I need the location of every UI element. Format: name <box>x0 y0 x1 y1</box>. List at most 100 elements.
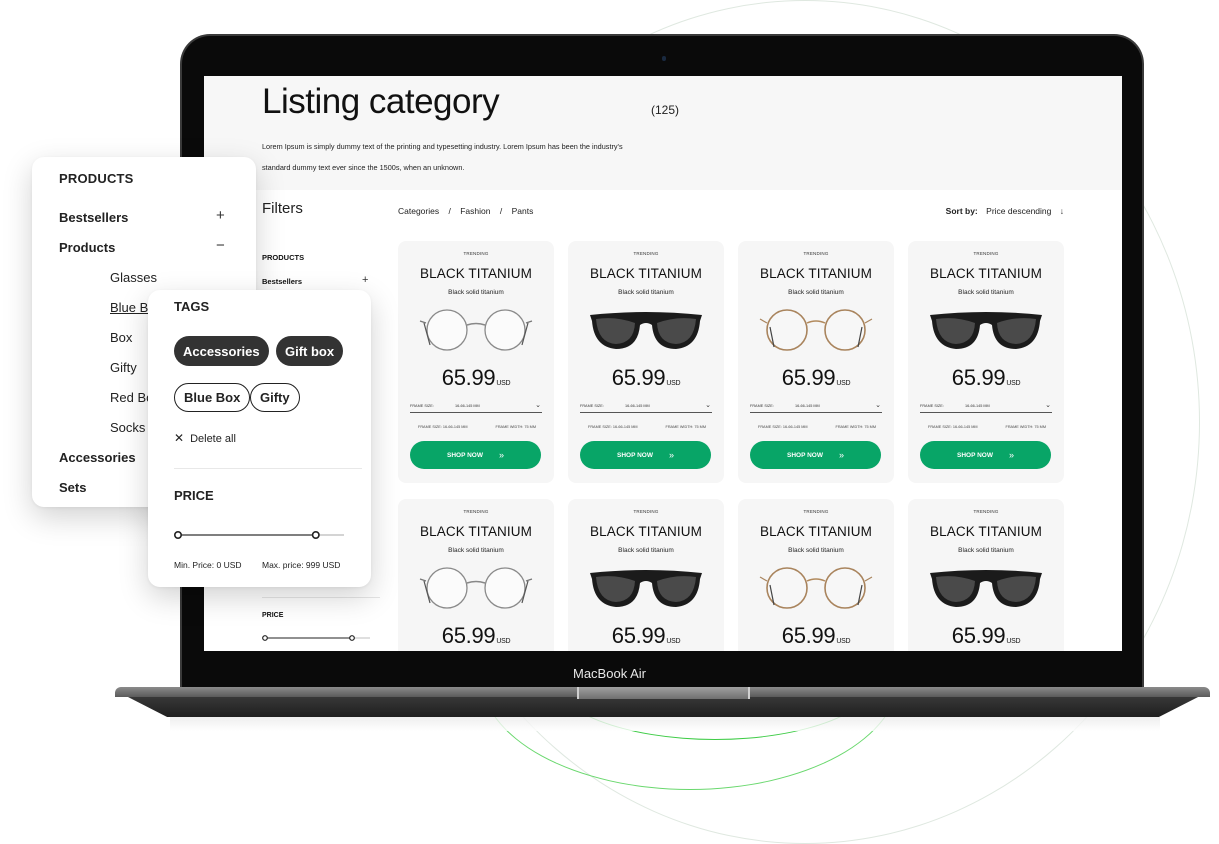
spec-frame-width: FRAME WIDTH: 75 MM <box>1005 425 1047 429</box>
price-value: 65.99 <box>951 365 1006 390</box>
plus-icon[interactable]: + <box>362 274 368 286</box>
products-panel-item[interactable]: Gifty <box>110 360 137 375</box>
round-silver-glasses-icon <box>419 567 533 609</box>
product-subtitle: Black solid titanium <box>958 547 1014 554</box>
shop-now-button[interactable]: SHOP NOW » <box>920 441 1051 469</box>
product-name[interactable]: BLACK TITANIUM <box>398 524 554 539</box>
price-range-slider[interactable] <box>174 530 346 540</box>
product-card[interactable]: TRENDING BLACK TITANIUM Black solid tita… <box>738 241 894 483</box>
frame-size-value: 16-66-145 MM <box>625 404 650 408</box>
trending-badge: TRENDING <box>803 509 829 514</box>
shop-now-button[interactable]: SHOP NOW » <box>410 441 541 469</box>
shop-now-button[interactable]: SHOP NOW » <box>580 441 711 469</box>
price-max-handle[interactable] <box>311 530 320 540</box>
price-value: 65.99 <box>441 365 496 390</box>
product-card[interactable]: TRENDING BLACK TITANIUM Black solid tita… <box>908 241 1064 483</box>
delete-all-button[interactable]: ✕ Delete all <box>174 431 236 445</box>
price-value: 65.99 <box>611 365 666 390</box>
frame-size-select[interactable]: FRAME SIZE: 16-66-145 MM ⌄ <box>580 402 712 413</box>
sort-dropdown[interactable]: Sort by: Price descending ↓ <box>946 206 1064 216</box>
double-chevron-right-icon: » <box>838 450 844 460</box>
frame-size-value: 16-66-145 MM <box>965 404 990 408</box>
plus-icon[interactable]: + <box>216 207 225 224</box>
delete-all-label: Delete all <box>190 433 236 445</box>
trending-badge: TRENDING <box>973 251 999 256</box>
breadcrumb-categories[interactable]: Categories <box>398 206 439 216</box>
price-value: 65.99 <box>781 623 836 648</box>
frame-size-select[interactable]: FRAME SIZE: 16-66-145 MM ⌄ <box>920 402 1052 413</box>
product-image[interactable] <box>416 303 536 355</box>
product-grid: TRENDING BLACK TITANIUM Black solid tita… <box>398 241 1064 651</box>
product-subtitle: Black solid titanium <box>958 289 1014 296</box>
chevron-down-icon: ⌄ <box>705 402 711 409</box>
product-price: 65.99USD <box>398 365 554 391</box>
spec-frame-width: FRAME WIDTH: 75 MM <box>665 425 707 429</box>
price-panel-title: PRICE <box>174 488 214 503</box>
breadcrumb-fashion[interactable]: Fashion <box>460 206 490 216</box>
sidebar-price-slider[interactable] <box>262 634 372 642</box>
breadcrumb-separator: / <box>448 206 451 216</box>
product-name[interactable]: BLACK TITANIUM <box>908 524 1064 539</box>
tag-chip-gifty[interactable]: Gifty <box>250 383 300 412</box>
sort-value: Price descending <box>986 206 1052 216</box>
products-panel-item[interactable]: Bestsellers <box>59 210 128 225</box>
products-panel-item[interactable]: Socks <box>110 420 145 435</box>
frame-size-select[interactable]: FRAME SIZE: 16-66-145 MM ⌄ <box>750 402 882 413</box>
product-name[interactable]: BLACK TITANIUM <box>738 524 894 539</box>
product-price: 65.99USD <box>738 365 894 391</box>
frame-specs: FRAME SIZE: 16-66-145 MM FRAME WIDTH: 75… <box>418 425 536 429</box>
product-image[interactable] <box>926 303 1046 355</box>
frame-size-select[interactable]: FRAME SIZE: 16-66-145 MM ⌄ <box>410 402 542 413</box>
product-card[interactable]: TRENDING BLACK TITANIUM Black solid tita… <box>908 499 1064 651</box>
sidebar-products-heading: PRODUCTS <box>262 253 305 262</box>
black-sunglasses-icon <box>930 570 1042 607</box>
product-name[interactable]: BLACK TITANIUM <box>398 266 554 281</box>
trending-badge: TRENDING <box>633 251 659 256</box>
product-price: 65.99USD <box>908 623 1064 649</box>
minus-icon[interactable]: − <box>216 237 225 254</box>
product-card[interactable]: TRENDING BLACK TITANIUM Black solid tita… <box>568 241 724 483</box>
product-price: 65.99USD <box>738 623 894 649</box>
product-card[interactable]: TRENDING BLACK TITANIUM Black solid tita… <box>398 241 554 483</box>
products-panel-item[interactable]: Accessories <box>59 450 136 465</box>
product-subtitle: Black solid titanium <box>448 547 504 554</box>
spec-frame-size: FRAME SIZE: 16-66-145 MM <box>588 425 638 429</box>
chevron-down-icon: ⌄ <box>535 402 541 409</box>
product-card[interactable]: TRENDING BLACK TITANIUM Black solid tita… <box>738 499 894 651</box>
divider <box>174 468 362 469</box>
chevron-down-icon: ⌄ <box>875 402 881 409</box>
frame-size-label: FRAME SIZE: <box>580 404 604 408</box>
product-name[interactable]: BLACK TITANIUM <box>738 266 894 281</box>
product-image[interactable] <box>926 561 1046 613</box>
product-image[interactable] <box>756 561 876 613</box>
tag-chip-gift-box[interactable]: Gift box <box>276 336 344 366</box>
product-name[interactable]: BLACK TITANIUM <box>568 266 724 281</box>
sidebar-item-bestsellers[interactable]: Bestsellers <box>262 277 302 286</box>
slider-max-handle <box>349 635 355 641</box>
product-image[interactable] <box>416 561 536 613</box>
breadcrumb-separator: / <box>499 206 503 216</box>
round-gold-glasses-icon <box>759 309 873 351</box>
products-panel-item[interactable]: Sets <box>59 480 86 495</box>
products-panel-item[interactable]: Products <box>59 240 115 255</box>
shop-now-button[interactable]: SHOP NOW » <box>750 441 881 469</box>
stage: Listing category (125) Lorem Ipsum is si… <box>0 0 1219 844</box>
product-image[interactable] <box>586 303 706 355</box>
product-subtitle: Black solid titanium <box>788 289 844 296</box>
shop-now-label: SHOP NOW <box>786 451 823 459</box>
products-panel-item[interactable]: Glasses <box>110 270 157 285</box>
product-name[interactable]: BLACK TITANIUM <box>568 524 724 539</box>
price-currency: USD <box>1006 380 1021 387</box>
product-image[interactable] <box>586 561 706 613</box>
breadcrumb-pants[interactable]: Pants <box>512 206 534 216</box>
device-label: MacBook Air <box>573 666 646 681</box>
product-name[interactable]: BLACK TITANIUM <box>908 266 1064 281</box>
product-card[interactable]: TRENDING BLACK TITANIUM Black solid tita… <box>568 499 724 651</box>
tag-chip-accessories[interactable]: Accessories <box>174 336 269 366</box>
price-min-handle[interactable] <box>174 531 182 539</box>
product-card[interactable]: TRENDING BLACK TITANIUM Black solid tita… <box>398 499 554 651</box>
tag-chip-blue-box[interactable]: Blue Box <box>174 383 251 412</box>
products-panel-item[interactable]: Box <box>110 330 132 345</box>
trending-badge: TRENDING <box>803 251 829 256</box>
product-image[interactable] <box>756 303 876 355</box>
